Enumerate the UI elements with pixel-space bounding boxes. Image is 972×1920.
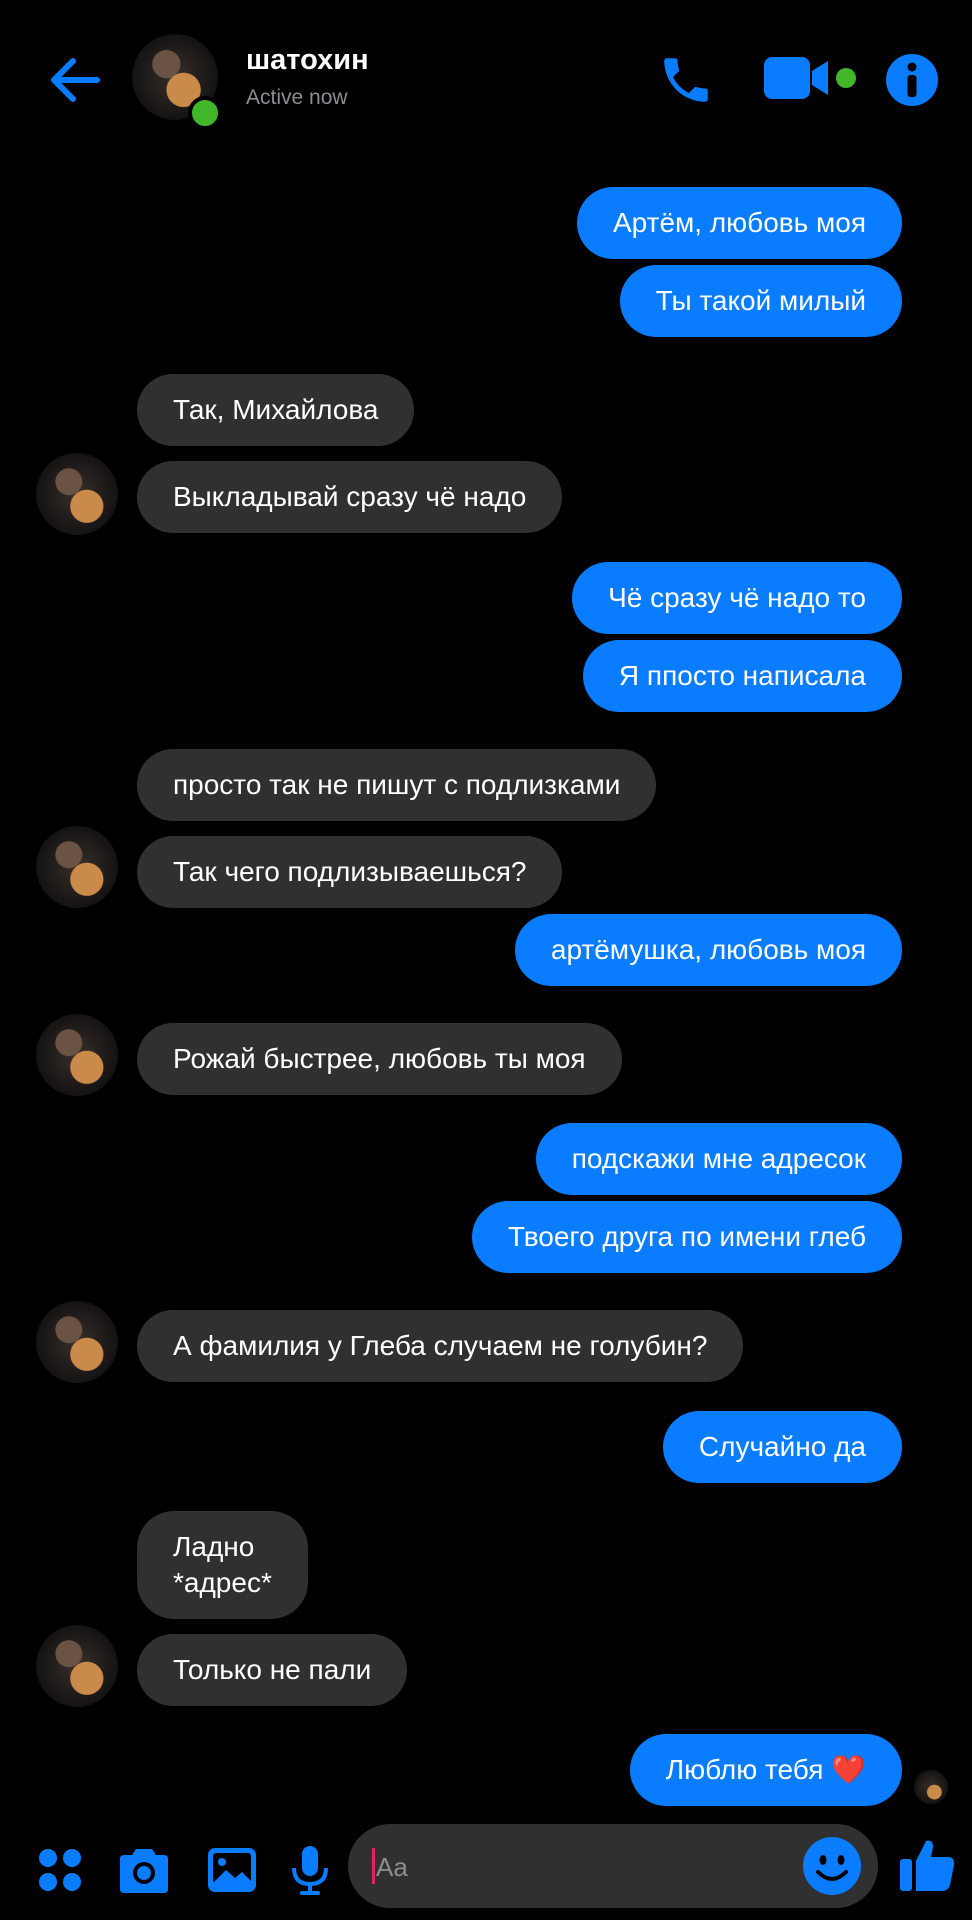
chat-header: шатохин Active now xyxy=(0,0,972,160)
camera-button[interactable] xyxy=(112,1838,176,1902)
sender-avatar[interactable] xyxy=(36,1301,118,1383)
camera-icon xyxy=(120,1849,168,1893)
sender-avatar[interactable] xyxy=(36,826,118,908)
message-incoming[interactable]: Так, Михайлова xyxy=(137,374,415,446)
call-button[interactable] xyxy=(648,42,724,118)
composer-bar xyxy=(0,1810,972,1920)
gallery-button[interactable] xyxy=(200,1838,264,1902)
arrow-left-icon xyxy=(51,58,100,102)
message-incoming[interactable]: Выкладывай сразу чё надо xyxy=(137,461,563,533)
message-outgoing[interactable]: Ты такой милый xyxy=(619,265,902,337)
message-outgoing[interactable]: Люблю тебя ❤️ xyxy=(629,1734,902,1806)
contact-status: Active now xyxy=(246,86,348,109)
seen-indicator-avatar xyxy=(914,1770,948,1804)
online-indicator xyxy=(188,96,222,130)
image-icon xyxy=(208,1848,256,1892)
like-button[interactable] xyxy=(892,1830,962,1900)
info-icon xyxy=(886,54,938,106)
message-incoming[interactable]: просто так не пишут с подлизками xyxy=(137,749,657,821)
message-outgoing[interactable]: подскажи мне адресок xyxy=(535,1123,902,1195)
contact-name[interactable]: шатохин xyxy=(246,44,369,77)
voice-record-button[interactable] xyxy=(278,1838,342,1902)
emoji-button[interactable] xyxy=(800,1834,864,1898)
smiley-icon xyxy=(803,1837,861,1895)
message-incoming[interactable]: Ладно *адрес* xyxy=(137,1511,308,1619)
message-outgoing[interactable]: Случайно да xyxy=(662,1411,902,1483)
message-incoming[interactable]: Только не пали xyxy=(137,1634,408,1706)
message-incoming[interactable]: Рожай быстрее, любовь ты моя xyxy=(137,1023,622,1095)
video-camera-icon xyxy=(764,57,856,99)
message-outgoing[interactable]: Твоего друга по имени глеб xyxy=(471,1201,902,1273)
phone-icon xyxy=(664,58,708,102)
apps-grid-icon xyxy=(39,1849,81,1891)
sender-avatar[interactable] xyxy=(36,1625,118,1707)
message-input[interactable] xyxy=(374,1824,798,1910)
message-outgoing[interactable]: артёмушка, любовь моя xyxy=(514,914,902,986)
message-input-container[interactable] xyxy=(348,1824,878,1910)
message-outgoing[interactable]: Я ппосто написала xyxy=(582,640,902,712)
back-button[interactable] xyxy=(40,45,110,115)
sender-avatar[interactable] xyxy=(36,1014,118,1096)
thumbs-up-icon xyxy=(900,1840,955,1891)
apps-button[interactable] xyxy=(28,1838,92,1902)
message-outgoing[interactable]: Чё сразу чё надо то xyxy=(572,562,902,634)
message-incoming[interactable]: Так чего подлизываешься? xyxy=(137,836,563,908)
microphone-icon xyxy=(292,1846,328,1895)
message-incoming[interactable]: А фамилия у Глеба случаем не голубин? xyxy=(137,1310,744,1382)
video-call-button[interactable] xyxy=(762,48,862,108)
info-button[interactable] xyxy=(880,48,944,112)
sender-avatar[interactable] xyxy=(36,453,118,535)
message-outgoing[interactable]: Артём, любовь моя xyxy=(576,187,902,259)
